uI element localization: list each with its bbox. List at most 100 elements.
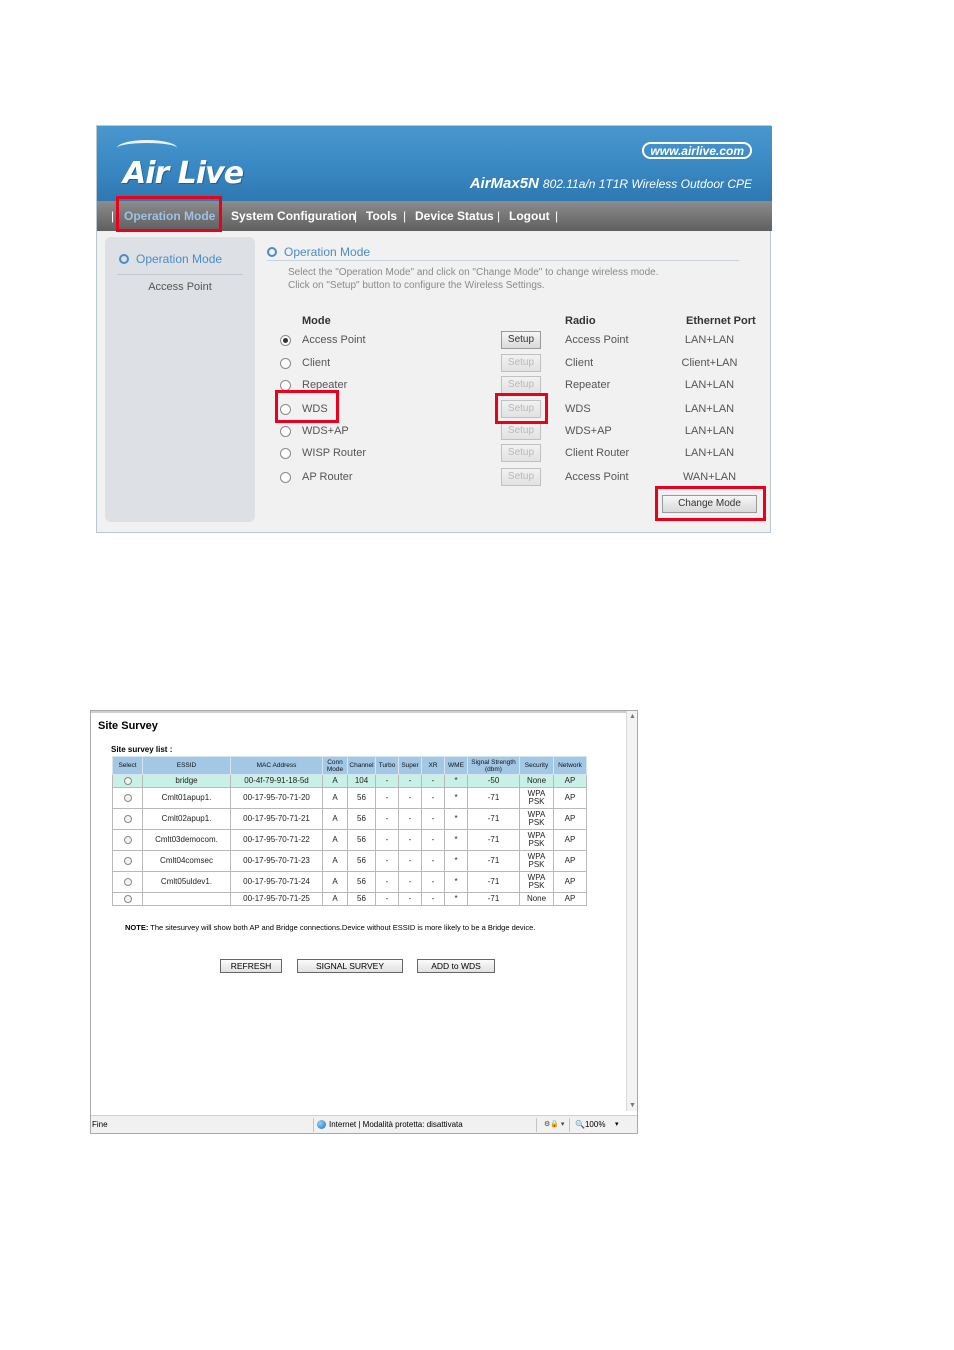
- select-cell: [112, 774, 143, 788]
- channel-cell: 56: [347, 829, 376, 851]
- header-network: Network: [553, 756, 587, 775]
- network-cell: AP: [553, 774, 587, 788]
- mode-row: AP Router Setup Access Point WAN+LAN: [97, 468, 772, 488]
- browser-status-bar: Fine Internet | Modalità protetta: disat…: [91, 1115, 637, 1133]
- security-cell: WPA PSK: [519, 871, 554, 893]
- header-signal-strength: Signal Strength (dbm): [467, 756, 520, 775]
- mac-cell: 00-17-95-70-71-24: [230, 871, 323, 893]
- select-radio[interactable]: [123, 877, 132, 886]
- xr-cell: -: [421, 892, 445, 906]
- magnifier-icon: 🔍: [575, 1120, 585, 1129]
- nav-separator: |: [497, 209, 501, 223]
- select-radio[interactable]: [123, 814, 132, 823]
- mode-label: Client: [302, 357, 331, 369]
- security-cell: WPA PSK: [519, 808, 554, 830]
- network-cell: AP: [553, 871, 587, 893]
- nav-device-status[interactable]: Device Status: [415, 209, 494, 223]
- xr-cell: -: [421, 871, 445, 893]
- turbo-cell: -: [375, 774, 399, 788]
- zoom-level-label: 100%: [584, 1120, 606, 1129]
- conn-mode-cell: A: [322, 871, 348, 893]
- turbo-cell: -: [375, 787, 399, 809]
- table-row: Cmlt03democom. 00-17-95-70-71-22 A 56- - - * -7…: [112, 829, 587, 851]
- select-radio[interactable]: [123, 835, 132, 844]
- setup-button[interactable]: Setup: [501, 468, 541, 486]
- header-wme: WME: [444, 756, 468, 775]
- select-cell: [112, 871, 143, 893]
- turbo-cell: -: [375, 808, 399, 830]
- wme-cell: *: [444, 850, 468, 872]
- zoom-level[interactable]: 🔍100%: [575, 1120, 605, 1129]
- select-radio[interactable]: [123, 856, 132, 865]
- super-cell: -: [398, 892, 422, 906]
- protected-mode-icon[interactable]: ⚙🔒 ▾: [544, 1120, 564, 1128]
- site-survey-table: Select ESSID MAC Address Conn Mode Chann…: [112, 756, 587, 906]
- setup-button[interactable]: Setup: [501, 444, 541, 462]
- scroll-down-icon[interactable]: ▼: [629, 1102, 636, 1109]
- chevron-down-icon[interactable]: ▾: [615, 1120, 619, 1128]
- mode-radio[interactable]: [280, 335, 291, 346]
- highlight-wds-radio: [275, 390, 339, 423]
- select-radio[interactable]: [123, 894, 132, 903]
- product-model: AirMax5N: [469, 175, 539, 192]
- xr-cell: -: [421, 850, 445, 872]
- mode-label: AP Router: [302, 471, 353, 483]
- section-title: Operation Mode: [267, 245, 370, 259]
- nav-system-configuration[interactable]: System Configuration: [231, 209, 356, 223]
- super-cell: -: [398, 850, 422, 872]
- setup-button[interactable]: Setup: [501, 331, 541, 349]
- instruction-line-1: Select the "Operation Mode" and click on…: [288, 267, 659, 278]
- essid-cell: Cmlt05uldev1.: [142, 871, 231, 893]
- channel-cell: 56: [347, 850, 376, 872]
- super-cell: -: [398, 871, 422, 893]
- setup-button[interactable]: Setup: [501, 422, 541, 440]
- setup-button[interactable]: Setup: [501, 376, 541, 394]
- network-cell: AP: [553, 850, 587, 872]
- essid-cell: Cmlt02apup1.: [142, 808, 231, 830]
- column-header-ethernet: Ethernet Port: [686, 315, 756, 327]
- airlive-config-screenshot: Air Live www.airlive.com AirMax5N 802.11a…: [96, 125, 772, 533]
- refresh-button[interactable]: REFRESH: [220, 959, 282, 973]
- wme-cell: *: [444, 829, 468, 851]
- header-conn-mode: Conn Mode: [322, 756, 348, 775]
- vertical-scrollbar[interactable]: ▲ ▼: [626, 711, 637, 1111]
- network-cell: AP: [553, 892, 587, 906]
- essid-cell: bridge: [142, 774, 231, 788]
- page-title: Site Survey: [98, 720, 158, 732]
- website-link[interactable]: www.airlive.com: [642, 142, 752, 159]
- nav-separator: |: [111, 209, 115, 223]
- signal-cell: -71: [467, 787, 520, 809]
- sidebar-title[interactable]: Operation Mode: [119, 252, 222, 266]
- scroll-up-icon[interactable]: ▲: [629, 713, 636, 720]
- mode-radio[interactable]: [280, 472, 291, 483]
- select-cell: [112, 850, 143, 872]
- mode-radio[interactable]: [280, 426, 291, 437]
- setup-button[interactable]: Setup: [501, 354, 541, 372]
- note: NOTE: The sitesurvey will show both AP a…: [125, 923, 535, 932]
- column-header-radio: Radio: [565, 315, 596, 327]
- sidebar-item-access-point[interactable]: Access Point: [105, 281, 255, 293]
- conn-mode-cell: A: [322, 892, 348, 906]
- signal-survey-button[interactable]: SIGNAL SURVEY: [297, 959, 403, 973]
- mode-radio[interactable]: [280, 448, 291, 459]
- column-header-mode: Mode: [302, 315, 331, 327]
- nav-tools[interactable]: Tools: [366, 209, 397, 223]
- header-channel: Channel: [347, 756, 376, 775]
- wme-cell: *: [444, 808, 468, 830]
- essid-cell: [142, 892, 231, 906]
- nav-logout[interactable]: Logout: [509, 209, 550, 223]
- mode-row: Client Setup Client Client+LAN: [97, 354, 772, 374]
- mode-row: WISP Router Setup Client Router LAN+LAN: [97, 444, 772, 464]
- super-cell: -: [398, 787, 422, 809]
- mode-label: Access Point: [302, 334, 366, 346]
- mac-cell: 00-17-95-70-71-22: [230, 829, 323, 851]
- xr-cell: -: [421, 829, 445, 851]
- mode-radio[interactable]: [280, 358, 291, 369]
- wme-cell: *: [444, 892, 468, 906]
- select-radio[interactable]: [123, 793, 132, 802]
- table-row: Cmlt02apup1. 00-17-95-70-71-21 A 56- - - * -71 W…: [112, 808, 587, 830]
- table-row: 00-17-95-70-71-25 A 56- - - * -71 None AP: [112, 892, 587, 906]
- select-radio[interactable]: [123, 776, 132, 785]
- add-to-wds-button[interactable]: ADD to WDS: [417, 959, 495, 973]
- page-top-border: [91, 711, 626, 713]
